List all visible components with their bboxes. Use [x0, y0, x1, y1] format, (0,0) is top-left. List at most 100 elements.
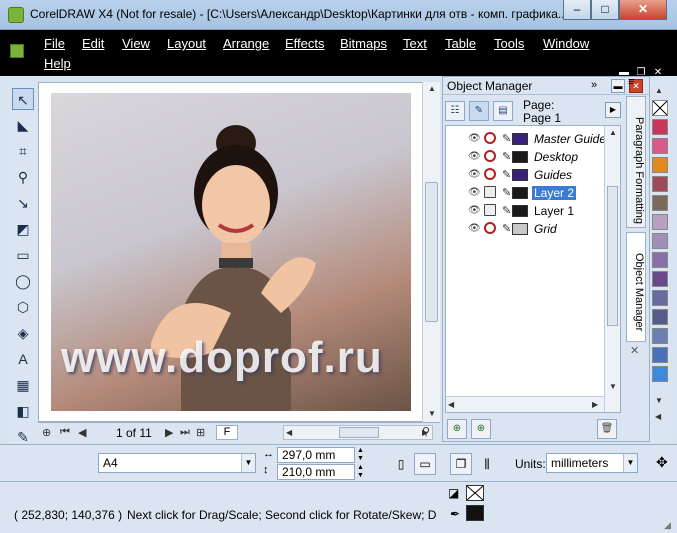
new-layer-icon[interactable]: ⊕ — [447, 419, 467, 439]
layer-scroll-up-icon[interactable]: ▲ — [609, 128, 617, 137]
menu-tools[interactable]: Tools — [494, 36, 524, 51]
menu-window[interactable]: Window — [543, 36, 589, 51]
palette-swatch[interactable] — [652, 347, 668, 363]
palette-expand-icon[interactable]: ◀ — [655, 412, 661, 421]
new-master-layer-icon[interactable]: ⊕ — [471, 419, 491, 439]
menu-layout[interactable]: Layout — [167, 36, 206, 51]
menu-view[interactable]: View — [122, 36, 150, 51]
palette-swatch[interactable] — [652, 176, 668, 192]
object-manager-menu-icon[interactable]: ▶ — [605, 102, 621, 118]
palette-swatch[interactable] — [652, 214, 668, 230]
menu-text[interactable]: Text — [403, 36, 427, 51]
paper-size-dropdown-icon[interactable]: ▼ — [241, 454, 255, 472]
bitmap-image[interactable]: www.doprof.ru — [51, 93, 411, 411]
layer-color-swatch[interactable] — [512, 169, 528, 181]
minimize-button[interactable]: – — [563, 0, 591, 20]
paper-size-select[interactable]: A4 ▼ — [98, 453, 256, 473]
menu-help[interactable]: Help — [44, 56, 71, 71]
edit-pencil-icon[interactable]: ✎ — [502, 204, 511, 217]
units-dropdown-icon[interactable]: ▼ — [623, 454, 637, 472]
layer-name[interactable]: Desktop — [534, 150, 578, 164]
page-width-input[interactable]: 297,0 mm — [277, 447, 355, 463]
layer-row[interactable]: 👁 ✎ Master Guides — [446, 130, 620, 148]
close-tab-icon[interactable]: ✕ — [630, 344, 639, 357]
palette-swatch[interactable] — [652, 157, 668, 173]
canvas-horizontal-scrollbar[interactable]: ◀ ▶ — [283, 425, 433, 440]
printer-icon[interactable] — [484, 204, 496, 216]
close-button[interactable]: ✕ — [619, 0, 667, 20]
menu-edit[interactable]: Edit — [82, 36, 104, 51]
edit-pencil-icon[interactable]: ✎ — [502, 222, 511, 235]
table-tool-icon[interactable]: ▦ — [12, 374, 34, 396]
freehand-tool-icon[interactable]: ↘ — [12, 192, 34, 214]
last-page-icon[interactable]: ⏭ — [180, 426, 190, 439]
crop-tool-icon[interactable]: ⌗ — [12, 140, 34, 162]
rectangle-tool-icon[interactable]: ▭ — [12, 244, 34, 266]
visibility-eye-icon[interactable]: 👁 — [468, 133, 481, 144]
palette-swatch[interactable] — [652, 366, 668, 382]
canvas-vertical-scrollbar[interactable]: ▲ ▼ — [422, 82, 440, 422]
layer-name[interactable]: Master Guides — [534, 132, 612, 146]
layer-list-vertical-scrollbar[interactable]: ▲ ▼ — [604, 126, 620, 412]
menu-effects[interactable]: Effects — [285, 36, 325, 51]
scroll-up-icon[interactable]: ▲ — [428, 84, 436, 93]
units-select[interactable]: millimeters ▼ — [546, 453, 638, 473]
layer-row[interactable]: 👁 ✎ Grid — [446, 220, 620, 238]
maximize-button[interactable]: □ — [591, 0, 619, 20]
palette-swatch[interactable] — [652, 233, 668, 249]
layer-name[interactable]: Guides — [534, 168, 572, 182]
delete-layer-icon[interactable]: 🗑 — [597, 419, 617, 439]
layer-row[interactable]: 👁 ✎ Layer 2 — [446, 184, 620, 202]
edit-across-layers-icon[interactable]: ✎ — [469, 101, 489, 121]
menu-file[interactable]: File — [44, 36, 65, 51]
layer-list-horizontal-scrollbar[interactable]: ◀ ▶ — [446, 396, 604, 412]
visibility-eye-icon[interactable]: 👁 — [468, 223, 481, 234]
menu-table[interactable]: Table — [445, 36, 476, 51]
layer-color-swatch[interactable] — [512, 205, 528, 217]
show-object-properties-icon[interactable]: ☷ — [445, 101, 465, 121]
navigator-zoom-icon[interactable]: ⚲ — [422, 425, 430, 438]
edit-pencil-icon[interactable]: ✎ — [502, 186, 511, 199]
layer-row[interactable]: 👁 ✎ Desktop — [446, 148, 620, 166]
drawing-canvas[interactable]: www.doprof.ru — [38, 82, 440, 422]
doc-close-icon[interactable]: ✕ — [651, 66, 665, 80]
menu-bitmaps[interactable]: Bitmaps — [340, 36, 387, 51]
layer-scroll-left-icon[interactable]: ◀ — [448, 400, 454, 409]
prev-page-icon[interactable]: ◀ — [78, 426, 86, 439]
visibility-eye-icon[interactable]: 👁 — [468, 187, 481, 198]
layer-color-swatch[interactable] — [512, 151, 528, 163]
document-icon[interactable] — [10, 44, 24, 58]
visibility-eye-icon[interactable]: 👁 — [468, 151, 481, 162]
outline-color-swatch[interactable] — [466, 505, 484, 521]
palette-swatch[interactable] — [652, 100, 668, 116]
pick-tool-icon[interactable]: ↖ — [12, 88, 34, 110]
visibility-eye-icon[interactable]: 👁 — [468, 205, 481, 216]
page-tab[interactable]: F — [216, 425, 238, 440]
layer-name[interactable]: Layer 2 — [532, 186, 577, 200]
current-page-icon[interactable]: ⫼ — [476, 453, 498, 475]
interactive-fill-tool-icon[interactable]: ◧ — [12, 400, 34, 422]
portrait-icon[interactable]: ▯ — [390, 453, 412, 475]
tab-paragraph-formatting[interactable]: Paragraph Formatting — [626, 96, 646, 228]
basic-shapes-tool-icon[interactable]: ◈ — [12, 322, 34, 344]
resize-grip-icon[interactable]: ◢ — [664, 520, 671, 531]
landscape-icon[interactable]: ▭ — [414, 453, 436, 475]
layer-name[interactable]: Layer 1 — [534, 204, 574, 218]
layer-color-swatch[interactable] — [512, 223, 528, 235]
palette-swatch[interactable] — [652, 138, 668, 154]
layer-row[interactable]: 👁 ✎ Guides — [446, 166, 620, 184]
horizontal-scroll-thumb[interactable] — [339, 427, 379, 438]
docker-minimize-icon[interactable]: ▬ — [611, 79, 625, 93]
palette-swatch[interactable] — [652, 119, 668, 135]
height-spinner-icon[interactable]: ▲ ▼ — [357, 464, 364, 480]
no-print-icon[interactable] — [484, 150, 496, 162]
edit-pencil-icon[interactable]: ✎ — [502, 168, 511, 181]
edit-pencil-icon[interactable]: ✎ — [502, 132, 511, 145]
width-spinner-icon[interactable]: ▲ ▼ — [357, 447, 364, 463]
layer-scroll-thumb[interactable] — [607, 186, 618, 326]
vertical-scroll-thumb[interactable] — [425, 182, 438, 322]
expand-docker-icon[interactable]: » — [591, 79, 597, 91]
palette-swatch[interactable] — [652, 290, 668, 306]
text-tool-icon[interactable]: A — [12, 348, 34, 370]
no-print-icon[interactable] — [484, 168, 496, 180]
